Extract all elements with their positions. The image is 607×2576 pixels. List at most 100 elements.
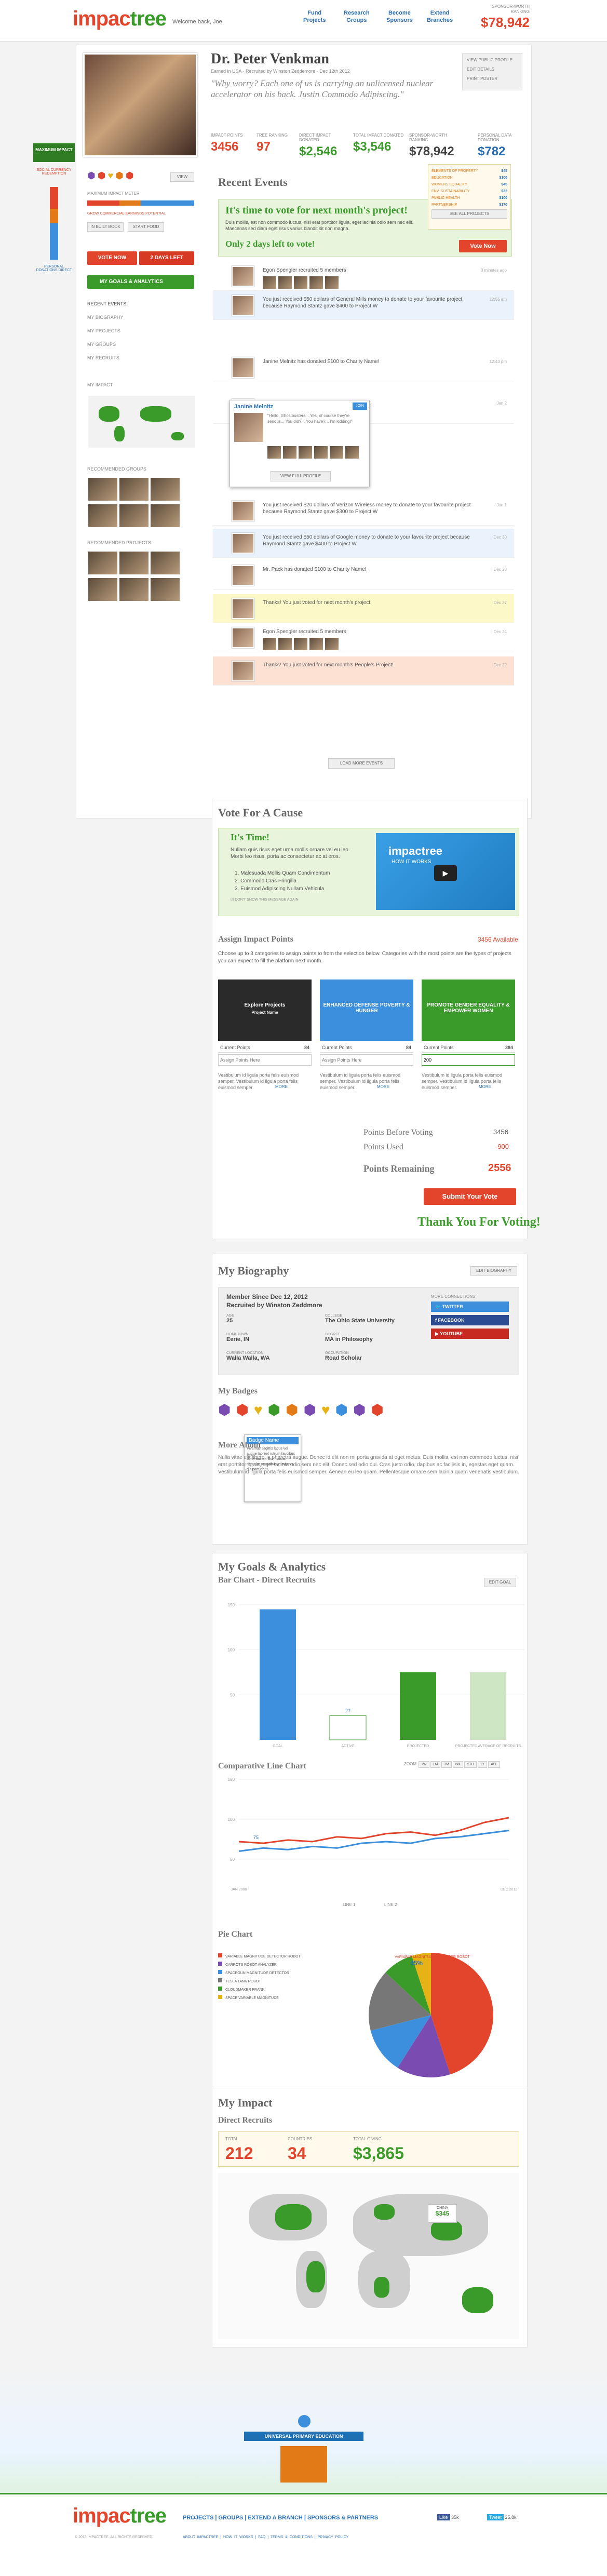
- vote-list-item[interactable]: EDUCATION $100: [431, 175, 507, 181]
- range-button[interactable]: 6M: [452, 1761, 463, 1768]
- vote-list-item[interactable]: WOMENS EQUALITY $45: [431, 181, 507, 188]
- meter-btn-food[interactable]: START FOOD: [128, 222, 164, 232]
- rec-projects-grid[interactable]: [88, 552, 197, 602]
- assign-points-input[interactable]: [320, 1054, 413, 1066]
- assign-points-input[interactable]: [422, 1054, 515, 1066]
- edit-biography-button[interactable]: EDIT BIOGRAPHY: [470, 1266, 517, 1276]
- event-item[interactable]: Mr. Pack has donated $100 to Charity Nam…: [213, 561, 514, 590]
- event-avatar[interactable]: [232, 295, 254, 316]
- nav-fund-projects[interactable]: Fund Projects: [303, 9, 326, 24]
- event-item[interactable]: Egon Spengler recruited 5 members 3 minut…: [213, 262, 514, 291]
- footer-nav[interactable]: PROJECTS | GROUPS | EXTEND A BRANCH | SP…: [183, 2515, 378, 2521]
- bar: [400, 1672, 436, 1740]
- youtube-button[interactable]: ▶ YOUTUBE: [431, 1329, 509, 1339]
- event-item[interactable]: Egon Spengler recruited 5 members Dec 24: [213, 623, 514, 652]
- twitter-button[interactable]: 🐦 TWITTER: [431, 1302, 509, 1312]
- category-more-link[interactable]: MORE: [479, 1084, 491, 1089]
- event-avatar[interactable]: [232, 565, 254, 586]
- nav-extend-branches[interactable]: Extend Branches: [427, 9, 453, 24]
- event-item[interactable]: Thanks! You just voted for next month's …: [213, 594, 514, 623]
- facebook-like[interactable]: Like 35k: [437, 2514, 459, 2520]
- welcome-text: Welcome back, Joe: [172, 19, 222, 25]
- view-public-profile-link[interactable]: VIEW PUBLIC PROFILE: [467, 56, 518, 65]
- play-icon[interactable]: ▶: [434, 865, 457, 881]
- points-remaining-label: Points Remaining: [363, 1163, 435, 1174]
- meter-btn-book[interactable]: IN BUILT BOOK: [87, 222, 124, 232]
- sidebar-world-map[interactable]: [88, 396, 195, 448]
- event-item[interactable]: You just received $50 dollars of Google …: [213, 529, 514, 558]
- sidebar-link-recruits[interactable]: MY RECRUITS: [87, 355, 119, 360]
- its-time-body: Nullam quis risus eget urna mollis ornar…: [231, 847, 350, 860]
- event-item[interactable]: You just received $20 dollars of Verizon…: [213, 497, 514, 526]
- vote-list-item[interactable]: PARTNERSHIP $170: [431, 202, 507, 208]
- vote-list-item[interactable]: PUBLIC HEALTH $100: [431, 195, 507, 202]
- how-it-works-video[interactable]: impactree HOW IT WORKS ▶: [376, 833, 515, 910]
- tweet-button[interactable]: Tweet 25.8k: [487, 2514, 517, 2520]
- view-full-profile-button[interactable]: VIEW FULL PROFILE: [271, 471, 331, 481]
- recruit-thumbs[interactable]: [263, 276, 341, 290]
- dont-show-checkbox[interactable]: ☑ DON'T SHOW THIS MESSAGE AGAIN: [231, 897, 299, 902]
- sidebar-link-groups[interactable]: MY GROUPS: [87, 342, 116, 347]
- popup-join-button[interactable]: JOIN: [353, 403, 367, 410]
- submit-vote-button[interactable]: Submit Your Vote: [424, 1188, 516, 1205]
- sidebar-link-biography[interactable]: MY BIOGRAPHY: [87, 315, 123, 320]
- see-all-projects-button[interactable]: SEE ALL PROJECTS: [431, 209, 507, 219]
- category-more-link[interactable]: MORE: [275, 1084, 288, 1089]
- range-buttons[interactable]: 1W 1M 3M 6M YTD 1Y ALL: [419, 1761, 501, 1768]
- rec-groups-grid[interactable]: [88, 478, 197, 529]
- category-card[interactable]: PROMOTE GENDER EQUALITY & EMPOWER WOMEN: [422, 980, 515, 1041]
- map-tooltip: CHINA $345: [428, 2204, 457, 2223]
- vote-now-button[interactable]: Vote Now: [459, 240, 507, 252]
- profile-photo: [83, 53, 197, 157]
- event-item[interactable]: You just received $50 dollars of General…: [213, 291, 514, 320]
- event-avatar[interactable]: [232, 501, 254, 521]
- pie-legend: VARIABLE MAGNITUDE DETECTOR ROBOT CARROTS…: [218, 1953, 301, 2003]
- range-button[interactable]: 3M: [441, 1761, 452, 1768]
- vote-now-side-button[interactable]: VOTE NOW: [87, 251, 137, 265]
- category-more-link[interactable]: MORE: [377, 1084, 389, 1089]
- sidebar-link-recent-events[interactable]: RECENT EVENTS: [87, 301, 126, 306]
- event-avatar[interactable]: [232, 357, 254, 378]
- popup-avatar: [234, 413, 263, 442]
- event-avatar[interactable]: [232, 598, 254, 619]
- nav-become-sponsors[interactable]: Become Sponsors: [386, 9, 413, 24]
- goals-analytics-button[interactable]: MY GOALS & ANALYTICS: [87, 275, 194, 289]
- vote-list-item[interactable]: ENV. SUSTAINABILITY $32: [431, 188, 507, 195]
- bar-chart: 150 100 50 GOAL ACTIVE PROJECTED PROJECTED AVE…: [228, 1603, 524, 1748]
- facebook-button[interactable]: f FACEBOOK: [431, 1315, 509, 1325]
- logo[interactable]: impactree: [73, 7, 167, 31]
- category-card[interactable]: ENHANCED DEFENSE POVERTY & HUNGER: [320, 980, 413, 1041]
- facebook-icon: f: [435, 1318, 437, 1323]
- print-poster-link[interactable]: PRINT POSTER: [467, 74, 518, 84]
- event-item[interactable]: Thanks! You just voted for next month's …: [213, 656, 514, 686]
- footer-logo[interactable]: impactree: [73, 2504, 167, 2528]
- event-avatar[interactable]: [232, 661, 254, 681]
- event-avatar[interactable]: [232, 533, 254, 554]
- nav-research-groups[interactable]: Research Groups: [344, 9, 370, 24]
- badges-row[interactable]: ⬢⬢♥⬢⬢⬢♥⬢⬢⬢: [218, 1401, 389, 1418]
- range-button[interactable]: YTD: [464, 1761, 477, 1768]
- impact-world-map[interactable]: CHINA $345: [218, 2173, 519, 2339]
- pie-chart: VARIABLE MAGNITUDE DETECTOR ROBOT45%: [369, 1953, 493, 2077]
- site-header: impactree Welcome back, Joe Fund Projects…: [0, 0, 607, 42]
- assign-points-input[interactable]: [218, 1054, 312, 1066]
- vote-banner-title: It's time to vote for next month's proje…: [225, 205, 408, 216]
- footer-links[interactable]: ABOUT IMPACTREE | HOW IT WORKS | FAQ | T…: [183, 2535, 348, 2539]
- load-more-button[interactable]: LOAD MORE EVENTS: [328, 758, 395, 769]
- event-item[interactable]: Janine Melnitz has donated $100 to Chari…: [213, 353, 514, 382]
- edit-badges-button[interactable]: VIEW: [170, 172, 194, 182]
- category-card[interactable]: Explore Projects Project Name: [218, 980, 312, 1041]
- range-button[interactable]: 1W: [419, 1761, 429, 1768]
- pie-legend-item: SPACE VARIABLE MAGNITUDE: [218, 1994, 301, 2003]
- vote-list-item[interactable]: ELEMENTS OF PROPERTY $45: [431, 168, 507, 175]
- event-avatar[interactable]: [232, 266, 254, 287]
- event-avatar[interactable]: [232, 627, 254, 648]
- bar-chart-title: Bar Chart - Direct Recruits: [218, 1576, 316, 1585]
- sidebar-link-projects[interactable]: MY PROJECTS: [87, 328, 120, 333]
- recruit-thumbs[interactable]: [263, 638, 341, 652]
- edit-goal-button[interactable]: EDIT GOAL: [484, 1578, 516, 1587]
- edit-details-link[interactable]: EDIT DETAILS: [467, 65, 518, 74]
- range-button[interactable]: 1M: [430, 1761, 441, 1768]
- range-button[interactable]: ALL: [488, 1761, 500, 1768]
- range-button[interactable]: 1Y: [477, 1761, 488, 1768]
